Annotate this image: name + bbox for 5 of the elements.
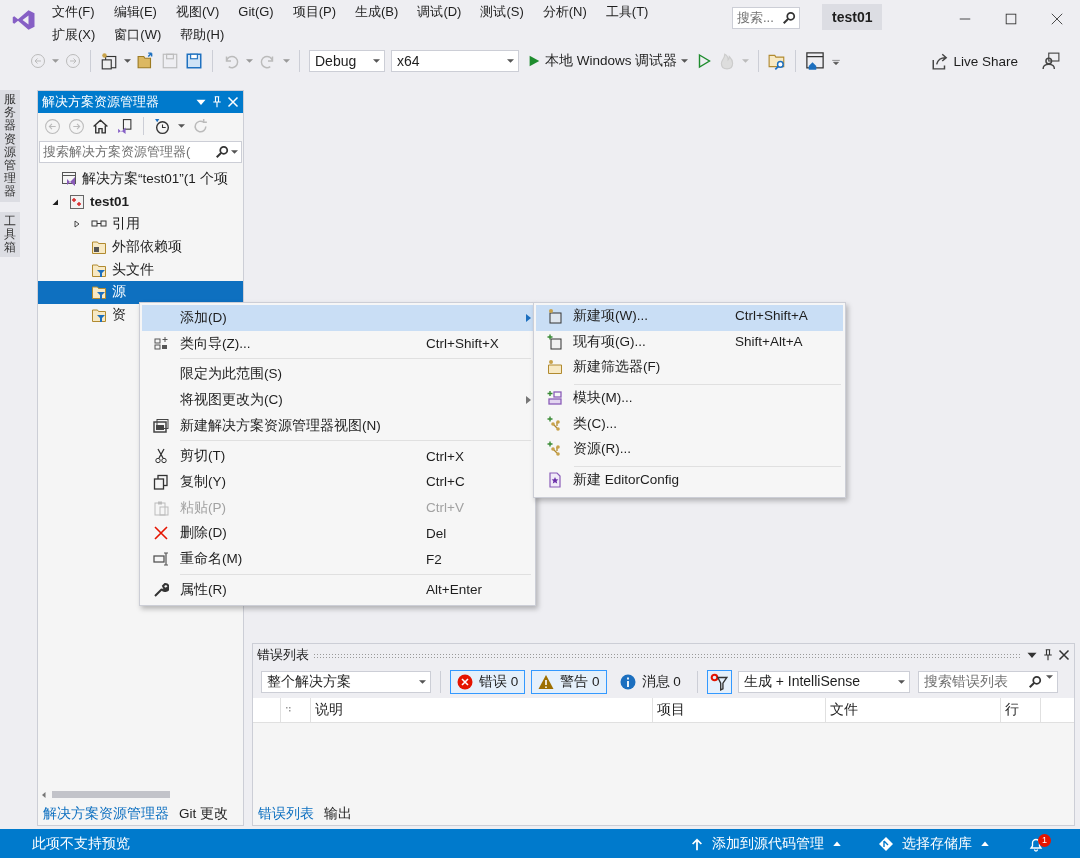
panel-title: 解决方案资源管理器	[42, 93, 160, 111]
status-message: 此项不支持预览	[32, 834, 130, 853]
panel-title: 错误列表	[257, 646, 309, 664]
notification-badge: 1	[1038, 833, 1051, 847]
window-title: test01	[822, 4, 883, 30]
